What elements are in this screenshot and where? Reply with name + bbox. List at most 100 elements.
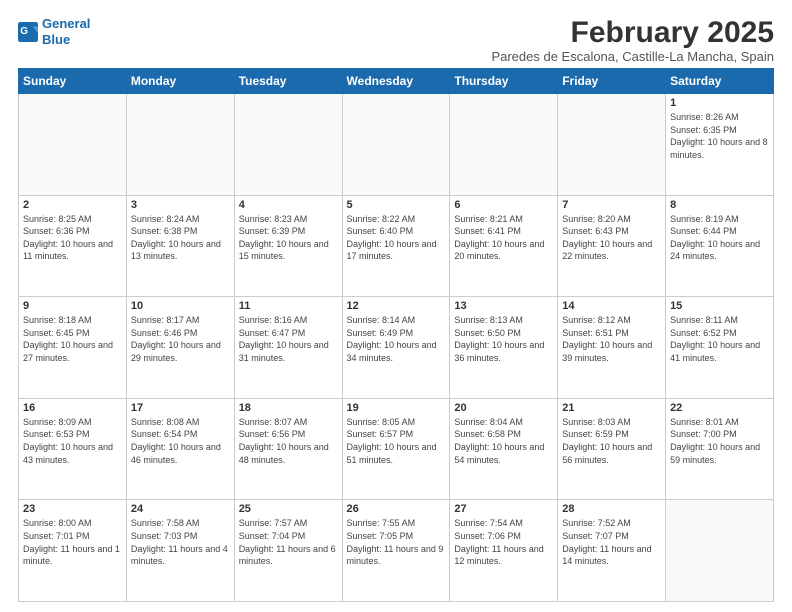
calendar-cell: 13 Sunrise: 8:13 AM Sunset: 6:50 PM Dayli… [450,297,558,399]
calendar: SundayMondayTuesdayWednesdayThursdayFrid… [18,68,774,602]
day-info: Sunrise: 8:21 AM Sunset: 6:41 PM Dayligh… [454,213,553,263]
day-info: Sunrise: 8:08 AM Sunset: 6:54 PM Dayligh… [131,416,230,466]
day-number: 18 [239,402,338,414]
calendar-cell: 14 Sunrise: 8:12 AM Sunset: 6:51 PM Dayli… [558,297,666,399]
day-number: 22 [670,402,769,414]
calendar-cell [342,94,450,196]
svg-text:G: G [20,26,28,37]
calendar-week-3: 9Sunrise: 8:18 AM Sunset: 6:45 PM Daylig… [19,297,774,399]
header-thursday: Thursday [450,69,558,94]
header-sunday: Sunday [19,69,127,94]
day-info: Sunrise: 8:12 AM Sunset: 6:51 PM Dayligh… [562,314,661,364]
day-info: Sunrise: 8:09 AM Sunset: 6:53 PM Dayligh… [23,416,122,466]
day-info: Sunrise: 8:03 AM Sunset: 6:59 PM Dayligh… [562,416,661,466]
calendar-cell [450,94,558,196]
calendar-cell: 21 Sunrise: 8:03 AM Sunset: 6:59 PM Dayli… [558,398,666,500]
calendar-cell: 19 Sunrise: 8:05 AM Sunset: 6:57 PM Dayli… [342,398,450,500]
calendar-week-5: 23Sunrise: 8:00 AM Sunset: 7:01 PM Dayli… [19,500,774,602]
day-number: 17 [131,402,230,414]
day-number: 3 [131,199,230,211]
calendar-cell [234,94,342,196]
calendar-cell: 9Sunrise: 8:18 AM Sunset: 6:45 PM Daylig… [19,297,127,399]
day-number: 26 [347,503,446,515]
day-number: 12 [347,300,446,312]
calendar-cell: 28 Sunrise: 7:52 AM Sunset: 7:07 PM Dayli… [558,500,666,602]
calendar-cell: 6Sunrise: 8:21 AM Sunset: 6:41 PM Daylig… [450,195,558,297]
calendar-cell: 16 Sunrise: 8:09 AM Sunset: 6:53 PM Dayli… [19,398,127,500]
day-info: Sunrise: 8:18 AM Sunset: 6:45 PM Dayligh… [23,314,122,364]
day-info: Sunrise: 7:52 AM Sunset: 7:07 PM Dayligh… [562,517,661,567]
calendar-week-1: 1Sunrise: 8:26 AM Sunset: 6:35 PM Daylig… [19,94,774,196]
header-monday: Monday [126,69,234,94]
day-info: Sunrise: 8:25 AM Sunset: 6:36 PM Dayligh… [23,213,122,263]
day-info: Sunrise: 8:13 AM Sunset: 6:50 PM Dayligh… [454,314,553,364]
calendar-cell: 26 Sunrise: 7:55 AM Sunset: 7:05 PM Dayli… [342,500,450,602]
day-number: 24 [131,503,230,515]
calendar-cell [19,94,127,196]
calendar-cell: 18 Sunrise: 8:07 AM Sunset: 6:56 PM Dayli… [234,398,342,500]
day-number: 25 [239,503,338,515]
day-info: Sunrise: 8:22 AM Sunset: 6:40 PM Dayligh… [347,213,446,263]
header-wednesday: Wednesday [342,69,450,94]
day-info: Sunrise: 7:54 AM Sunset: 7:06 PM Dayligh… [454,517,553,567]
calendar-cell: 24 Sunrise: 7:58 AM Sunset: 7:03 PM Dayli… [126,500,234,602]
calendar-cell: 7Sunrise: 8:20 AM Sunset: 6:43 PM Daylig… [558,195,666,297]
calendar-cell [558,94,666,196]
calendar-cell: 23Sunrise: 8:00 AM Sunset: 7:01 PM Dayli… [19,500,127,602]
calendar-cell: 22 Sunrise: 8:01 AM Sunset: 7:00 PM Dayli… [666,398,774,500]
calendar-cell: 15Sunrise: 8:11 AM Sunset: 6:52 PM Dayli… [666,297,774,399]
header-saturday: Saturday [666,69,774,94]
day-number: 28 [562,503,661,515]
day-info: Sunrise: 8:01 AM Sunset: 7:00 PM Dayligh… [670,416,769,466]
day-number: 15 [670,300,769,312]
logo-blue: Blue [42,32,70,47]
calendar-cell: 12 Sunrise: 8:14 AM Sunset: 6:49 PM Dayli… [342,297,450,399]
calendar-cell: 5 Sunrise: 8:22 AM Sunset: 6:40 PM Daylig… [342,195,450,297]
day-info: Sunrise: 8:26 AM Sunset: 6:35 PM Dayligh… [670,111,769,161]
day-info: Sunrise: 8:19 AM Sunset: 6:44 PM Dayligh… [670,213,769,263]
day-number: 8 [670,199,769,211]
calendar-cell [126,94,234,196]
day-number: 7 [562,199,661,211]
day-info: Sunrise: 8:04 AM Sunset: 6:58 PM Dayligh… [454,416,553,466]
calendar-cell: 25Sunrise: 7:57 AM Sunset: 7:04 PM Dayli… [234,500,342,602]
calendar-cell: 20Sunrise: 8:04 AM Sunset: 6:58 PM Dayli… [450,398,558,500]
day-info: Sunrise: 7:58 AM Sunset: 7:03 PM Dayligh… [131,517,230,567]
calendar-cell: 27 Sunrise: 7:54 AM Sunset: 7:06 PM Dayli… [450,500,558,602]
logo-general: General [42,16,90,31]
day-info: Sunrise: 8:17 AM Sunset: 6:46 PM Dayligh… [131,314,230,364]
day-number: 21 [562,402,661,414]
location-subtitle: Paredes de Escalona, Castille-La Mancha,… [491,49,774,64]
calendar-week-2: 2 Sunrise: 8:25 AM Sunset: 6:36 PM Daylig… [19,195,774,297]
day-info: Sunrise: 8:23 AM Sunset: 6:39 PM Dayligh… [239,213,338,263]
header-tuesday: Tuesday [234,69,342,94]
day-number: 14 [562,300,661,312]
month-title: February 2025 [491,16,774,49]
day-number: 2 [23,199,122,211]
day-info: Sunrise: 8:05 AM Sunset: 6:57 PM Dayligh… [347,416,446,466]
day-number: 10 [131,300,230,312]
day-number: 4 [239,199,338,211]
day-info: Sunrise: 8:24 AM Sunset: 6:38 PM Dayligh… [131,213,230,263]
day-number: 11 [239,300,338,312]
day-number: 13 [454,300,553,312]
calendar-cell: 10 Sunrise: 8:17 AM Sunset: 6:46 PM Dayli… [126,297,234,399]
day-info: Sunrise: 7:55 AM Sunset: 7:05 PM Dayligh… [347,517,446,567]
calendar-cell: 4 Sunrise: 8:23 AM Sunset: 6:39 PM Daylig… [234,195,342,297]
calendar-cell [666,500,774,602]
calendar-cell: 8 Sunrise: 8:19 AM Sunset: 6:44 PM Daylig… [666,195,774,297]
calendar-cell: 1Sunrise: 8:26 AM Sunset: 6:35 PM Daylig… [666,94,774,196]
calendar-header-row: SundayMondayTuesdayWednesdayThursdayFrid… [19,69,774,94]
day-number: 16 [23,402,122,414]
day-info: Sunrise: 8:16 AM Sunset: 6:47 PM Dayligh… [239,314,338,364]
day-info: Sunrise: 8:07 AM Sunset: 6:56 PM Dayligh… [239,416,338,466]
day-info: Sunrise: 8:14 AM Sunset: 6:49 PM Dayligh… [347,314,446,364]
header-friday: Friday [558,69,666,94]
day-number: 5 [347,199,446,211]
calendar-cell: 2 Sunrise: 8:25 AM Sunset: 6:36 PM Daylig… [19,195,127,297]
calendar-cell: 11 Sunrise: 8:16 AM Sunset: 6:47 PM Dayli… [234,297,342,399]
calendar-cell: 17 Sunrise: 8:08 AM Sunset: 6:54 PM Dayli… [126,398,234,500]
calendar-week-4: 16 Sunrise: 8:09 AM Sunset: 6:53 PM Dayli… [19,398,774,500]
day-number: 19 [347,402,446,414]
day-number: 27 [454,503,553,515]
